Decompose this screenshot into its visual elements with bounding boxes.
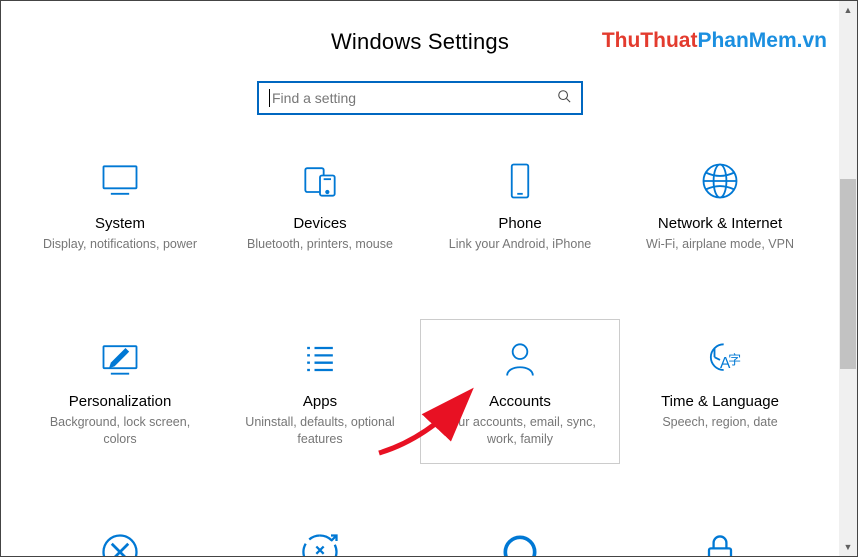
tile-desc: Display, notifications, power bbox=[30, 236, 210, 253]
tile-title: Devices bbox=[230, 215, 410, 232]
scrollbar-thumb[interactable] bbox=[840, 179, 856, 369]
tile-personalization[interactable]: Personalization Background, lock screen,… bbox=[20, 319, 220, 464]
gaming-icon bbox=[30, 530, 210, 556]
apps-icon bbox=[230, 335, 410, 383]
settings-content: Windows Settings ThuThuatPhanMem.vn Syst… bbox=[1, 1, 839, 556]
scroll-up-button[interactable]: ▲ bbox=[839, 1, 857, 19]
tile-title: Personalization bbox=[30, 393, 210, 410]
tile-accounts[interactable]: Accounts Your accounts, email, sync, wor… bbox=[420, 319, 620, 464]
tile-desc: Bluetooth, printers, mouse bbox=[230, 236, 410, 253]
watermark: ThuThuatPhanMem.vn bbox=[602, 29, 827, 53]
tile-title: Network & Internet bbox=[630, 215, 810, 232]
tile-phone[interactable]: Phone Link your Android, iPhone bbox=[420, 141, 620, 269]
tile-desc: Wi-Fi, airplane mode, VPN bbox=[630, 236, 810, 253]
tile-desc: Uninstall, defaults, optional features bbox=[230, 414, 410, 448]
tile-privacy[interactable] bbox=[620, 514, 820, 556]
tile-gaming[interactable] bbox=[20, 514, 220, 556]
search-icon bbox=[557, 89, 571, 108]
svg-text:字: 字 bbox=[728, 352, 741, 367]
tile-apps[interactable]: Apps Uninstall, defaults, optional featu… bbox=[220, 319, 420, 464]
vertical-scrollbar[interactable]: ▲ ▼ bbox=[839, 1, 857, 556]
tile-system[interactable]: System Display, notifications, power bbox=[20, 141, 220, 269]
privacy-icon bbox=[630, 530, 810, 556]
tile-cortana[interactable] bbox=[420, 514, 620, 556]
tile-desc: Link your Android, iPhone bbox=[430, 236, 610, 253]
scroll-down-button[interactable]: ▼ bbox=[839, 538, 857, 556]
tile-title: Apps bbox=[230, 393, 410, 410]
system-icon bbox=[30, 157, 210, 205]
devices-icon bbox=[230, 157, 410, 205]
search-box[interactable] bbox=[257, 81, 583, 115]
tile-network[interactable]: Network & Internet Wi-Fi, airplane mode,… bbox=[620, 141, 820, 269]
tile-desc: Background, lock screen, colors bbox=[30, 414, 210, 448]
accounts-icon bbox=[430, 335, 610, 383]
tile-time-language[interactable]: A 字 Time & Language Speech, region, date bbox=[620, 319, 820, 464]
tile-title: Accounts bbox=[430, 393, 610, 410]
scrollbar-track[interactable] bbox=[839, 19, 857, 538]
phone-icon bbox=[430, 157, 610, 205]
tile-title: Phone bbox=[430, 215, 610, 232]
tile-devices[interactable]: Devices Bluetooth, printers, mouse bbox=[220, 141, 420, 269]
ease-of-access-icon bbox=[230, 530, 410, 556]
personalization-icon bbox=[30, 335, 210, 383]
time-language-icon: A 字 bbox=[630, 335, 810, 383]
tile-title: System bbox=[30, 215, 210, 232]
tile-desc: Your accounts, email, sync, work, family bbox=[430, 414, 610, 448]
tile-ease-of-access[interactable] bbox=[220, 514, 420, 556]
search-input[interactable] bbox=[272, 90, 557, 106]
tile-desc: Speech, region, date bbox=[630, 414, 810, 431]
network-icon bbox=[630, 157, 810, 205]
cortana-icon bbox=[430, 530, 610, 556]
tile-title: Time & Language bbox=[630, 393, 810, 410]
